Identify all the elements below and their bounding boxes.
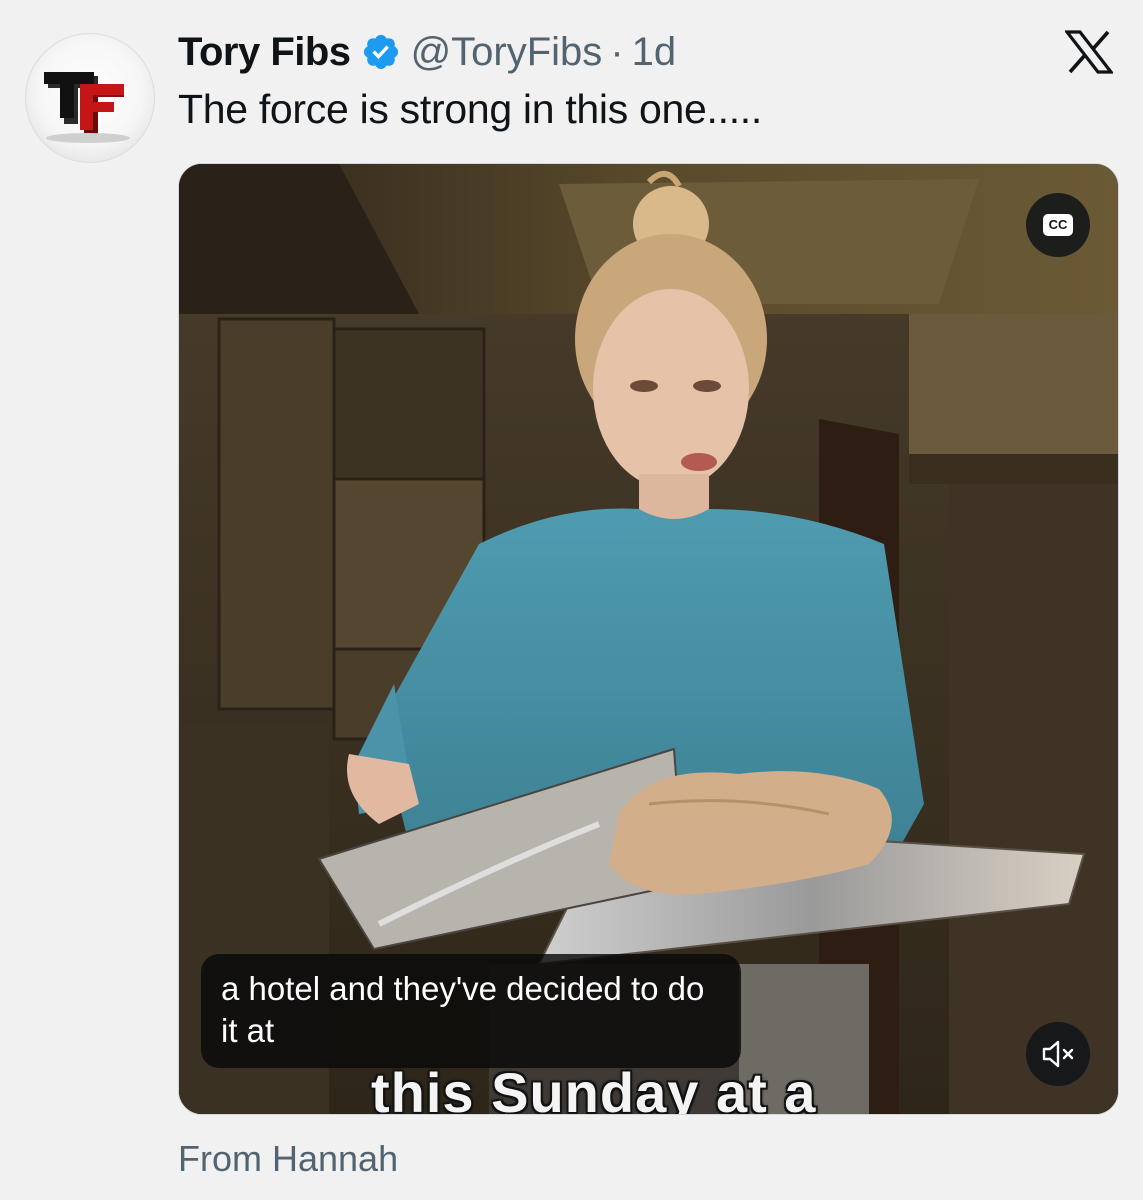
author-name[interactable]: Tory Fibs: [178, 30, 351, 75]
separator-dot: ·: [610, 29, 624, 74]
post-time[interactable]: 1d: [632, 30, 677, 75]
tf-logo-icon: [44, 72, 130, 143]
speaker-muted-icon: [1042, 1040, 1074, 1068]
verified-badge-icon[interactable]: [361, 32, 401, 72]
closed-captions-button[interactable]: CC: [1026, 193, 1090, 257]
footer-text: From Hannah: [178, 1138, 399, 1179]
tweet-text: The force is strong in this one.....: [178, 86, 762, 132]
video-player[interactable]: CC a hotel and they've decided to do it …: [178, 163, 1119, 1115]
cc-icon: CC: [1042, 214, 1074, 236]
mute-button[interactable]: [1026, 1022, 1090, 1086]
x-logo-icon[interactable]: [1063, 30, 1115, 74]
tweet-header: Tory Fibs @ToryFibs · 1d: [178, 28, 676, 76]
video-caption: a hotel and they've decided to do it at: [201, 954, 741, 1068]
author-handle[interactable]: @ToryFibs: [411, 30, 603, 75]
tweet-card: Tory Fibs @ToryFibs · 1d The force is st…: [0, 0, 1143, 1200]
burned-in-subtitle: this Sunday at a: [371, 1061, 817, 1115]
author-avatar[interactable]: [25, 33, 155, 163]
